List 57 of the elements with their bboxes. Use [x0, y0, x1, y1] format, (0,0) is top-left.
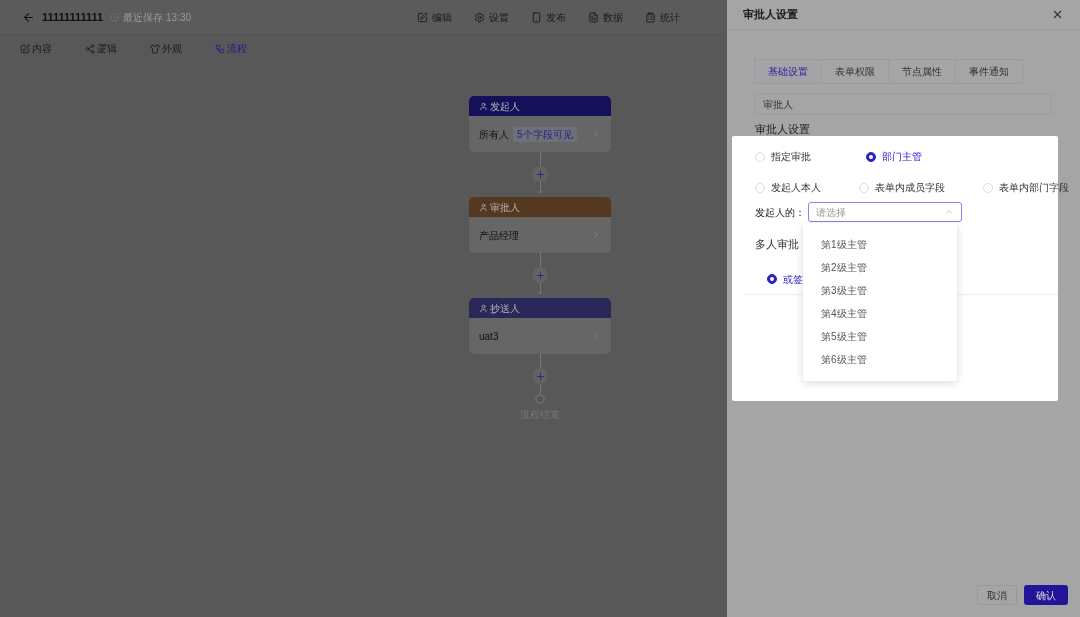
- drawer-title: 审批人设置: [743, 7, 798, 23]
- person-icon: [479, 303, 488, 313]
- document-icon: [588, 11, 600, 23]
- dropdown-option[interactable]: 第3级主管: [803, 279, 957, 302]
- level-select[interactable]: 请选择: [808, 202, 962, 222]
- node-header: 抄送人: [469, 298, 611, 318]
- edit-icon: [20, 43, 30, 54]
- visible-fields-badge: 5个字段可见: [513, 126, 577, 142]
- add-node-button[interactable]: [532, 166, 548, 182]
- shirt-icon: [150, 43, 160, 54]
- plus-icon: [534, 370, 546, 382]
- chevron-up-icon: [944, 207, 954, 217]
- person-icon: [479, 202, 488, 212]
- flow-node[interactable]: 发起人 所有人 5个字段可见: [469, 96, 611, 152]
- flow-icon: [215, 43, 225, 54]
- select-label: 发起人的：: [755, 205, 805, 220]
- back-icon[interactable]: [22, 10, 35, 24]
- flow-node[interactable]: 审批人 产品经理: [469, 197, 611, 253]
- phone-icon: [531, 11, 543, 23]
- plus-icon: [534, 269, 546, 281]
- dropdown-option[interactable]: 第1级主管: [803, 233, 957, 256]
- confirm-button[interactable]: 确认: [1024, 585, 1068, 605]
- settings-tab[interactable]: 基础设置: [754, 59, 822, 84]
- dropdown-option[interactable]: 第5级主管: [803, 325, 957, 348]
- person-icon: [479, 101, 488, 111]
- dropdown-option[interactable]: 第4级主管: [803, 302, 957, 325]
- share-icon: [85, 43, 95, 54]
- radio-option[interactable]: 发起人本人: [755, 180, 821, 195]
- multi-approval-label: 多人审批: [755, 237, 799, 252]
- close-icon[interactable]: [1051, 8, 1064, 21]
- dropdown-option[interactable]: 第6级主管: [803, 348, 957, 371]
- node-value: 产品经理: [479, 228, 519, 243]
- flow-node[interactable]: 抄送人 uat3: [469, 298, 611, 354]
- form-title: 11111111111: [42, 9, 104, 25]
- node-header: 审批人: [469, 197, 611, 217]
- radio-option[interactable]: 表单内部门字段: [983, 180, 1069, 195]
- radio-option[interactable]: 部门主管: [866, 149, 922, 164]
- radio-option[interactable]: 表单内成员字段: [859, 180, 945, 195]
- node-value: 所有人: [479, 127, 509, 142]
- settings-icon: [474, 11, 486, 23]
- node-value: uat3: [479, 329, 499, 344]
- settings-tab[interactable]: 节点属性: [888, 59, 956, 84]
- node-name-field[interactable]: 审批人: [755, 93, 1052, 115]
- dropdown-option[interactable]: 第2级主管: [803, 256, 957, 279]
- cancel-button[interactable]: 取消: [977, 585, 1017, 605]
- edit-icon: [417, 11, 429, 23]
- end-node-icon: [535, 394, 545, 404]
- add-node-button[interactable]: [532, 267, 548, 283]
- settings-tab[interactable]: 事件通知: [955, 59, 1023, 84]
- section-heading: 审批人设置: [755, 122, 811, 136]
- radio-option[interactable]: 指定审批: [755, 149, 811, 164]
- add-node-button[interactable]: [532, 368, 548, 384]
- radio-option[interactable]: 或签: [767, 271, 803, 287]
- plus-icon: [534, 168, 546, 180]
- node-header: 发起人: [469, 96, 611, 116]
- clipboard-icon: [645, 11, 657, 23]
- settings-tab[interactable]: 表单权限: [821, 59, 889, 84]
